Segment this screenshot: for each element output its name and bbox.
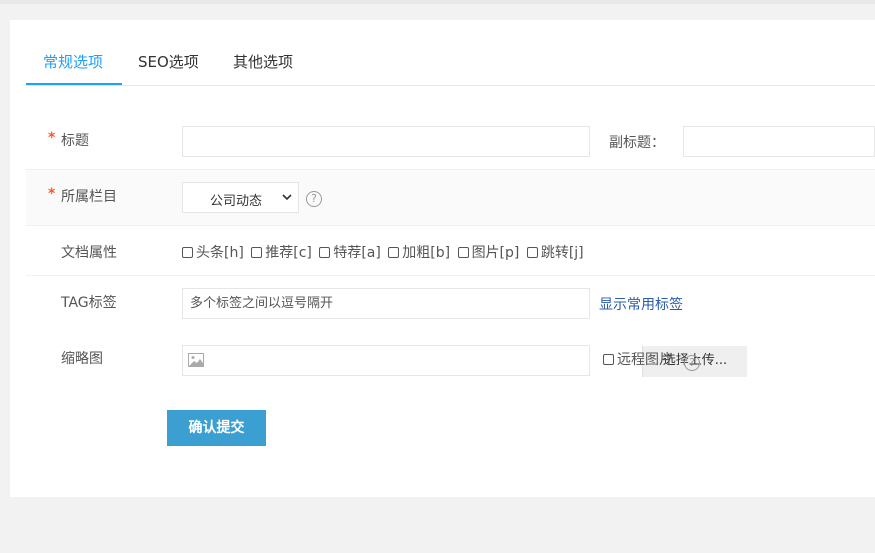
thumbnail-row: 缩略图 选择上传... 远程图片 ?: [26, 345, 875, 385]
checkbox-recommend[interactable]: 推荐[c]: [251, 242, 312, 262]
category-row: * 所属栏目 公司动态 ?: [26, 170, 875, 226]
checkbox-box[interactable]: [526, 247, 538, 258]
checkbox-box[interactable]: [182, 247, 193, 258]
title-row: * 标题 副标题：: [26, 114, 875, 170]
category-label: 所属栏目: [61, 189, 117, 205]
thumbnail-field[interactable]: 选择上传...: [182, 345, 747, 377]
active-tab-indicator: [26, 83, 122, 85]
chevron-down-icon: [282, 194, 292, 201]
checkbox-label: 图片[p]: [471, 245, 520, 261]
help-icon[interactable]: ?: [684, 355, 700, 371]
checkbox-label: 加粗[b]: [402, 245, 451, 261]
checkbox-box[interactable]: [603, 354, 614, 365]
attribute-checkboxes: 头条[h] 推荐[c] 特荐[a] 加粗[b] 图片[p] 跳转[j]: [182, 242, 587, 262]
tag-input[interactable]: [182, 288, 590, 319]
required-mark: *: [48, 130, 56, 146]
checkbox-image[interactable]: 图片[p]: [457, 242, 520, 262]
attributes-row: 文档属性 头条[h] 推荐[c] 特荐[a] 加粗[b] 图片[p] 跳转[j]: [26, 226, 875, 276]
checkbox-headline[interactable]: 头条[h]: [182, 242, 244, 262]
image-icon: [188, 353, 204, 367]
checkbox-label: 特荐[a]: [333, 245, 381, 261]
checkbox-box[interactable]: [319, 247, 331, 258]
checkbox-box[interactable]: [251, 247, 263, 258]
title-input[interactable]: [182, 126, 590, 157]
checkbox-label: 推荐[c]: [265, 245, 312, 261]
tab-other[interactable]: 其他选项: [233, 51, 293, 72]
tab-seo[interactable]: SEO选项: [138, 51, 199, 72]
checkbox-box[interactable]: [457, 247, 469, 258]
submit-button[interactable]: 确认提交: [167, 410, 266, 446]
form-panel: 常规选项 SEO选项 其他选项 * 标题 副标题： * 所属栏目 公司动态 ? …: [10, 20, 875, 497]
checkbox-label: 跳转[j]: [540, 245, 584, 261]
checkbox-remote-image[interactable]: 远程图片: [603, 349, 673, 369]
checkbox-jump[interactable]: 跳转[j]: [526, 242, 584, 262]
checkbox-label: 远程图片: [617, 352, 673, 368]
thumbnail-label: 缩略图: [61, 351, 103, 367]
attributes-label: 文档属性: [61, 245, 117, 261]
title-label: 标题: [61, 133, 89, 149]
checkbox-box[interactable]: [388, 247, 400, 258]
subtitle-input[interactable]: [683, 126, 875, 157]
show-common-tags-link[interactable]: 显示常用标签: [599, 294, 683, 314]
tab-general[interactable]: 常规选项: [43, 51, 103, 72]
help-icon[interactable]: ?: [306, 191, 322, 207]
top-bar: [0, 0, 875, 4]
checkbox-bold[interactable]: 加粗[b]: [388, 242, 450, 262]
tag-row: TAG标签 显示常用标签: [26, 276, 875, 332]
tab-bar: 常规选项 SEO选项 其他选项: [26, 20, 875, 86]
checkbox-special[interactable]: 特荐[a]: [319, 242, 381, 262]
category-selected-value: 公司动态: [210, 194, 263, 209]
category-select[interactable]: 公司动态: [182, 182, 299, 213]
tag-label: TAG标签: [61, 295, 117, 311]
required-mark: *: [48, 186, 56, 202]
subtitle-label: 副标题：: [609, 135, 665, 151]
checkbox-label: 头条[h]: [196, 245, 244, 261]
